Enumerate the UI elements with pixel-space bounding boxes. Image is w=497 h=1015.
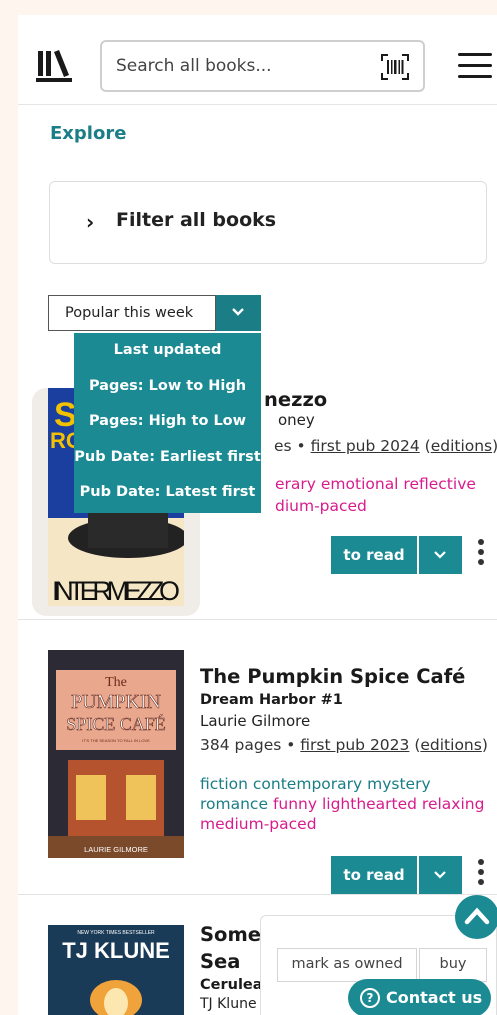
- book-tags: dium-paced: [275, 497, 367, 515]
- book-author[interactable]: oney: [278, 411, 315, 429]
- chevron-down-icon: [434, 551, 446, 559]
- filter-books-label: Filter all books: [116, 209, 277, 231]
- book-cover[interactable]: NEW YORK TIMES BESTSELLER TJ KLUNE: [48, 925, 184, 1015]
- svg-text:IT'S THE SEASON TO FALL IN LOV: IT'S THE SEASON TO FALL IN LOVE: [82, 738, 150, 743]
- book-meta: 384 pages • first pub 2023 (editions): [200, 736, 488, 754]
- book-series[interactable]: Cerulea: [200, 977, 263, 993]
- chevron-down-icon: [434, 871, 446, 879]
- chevron-right-icon: ›: [86, 210, 95, 234]
- header: [18, 15, 497, 105]
- search-input[interactable]: [116, 52, 356, 80]
- svg-text:LAURIE GILMORE: LAURIE GILMORE: [84, 845, 148, 854]
- book-author[interactable]: TJ Klune: [200, 996, 257, 1012]
- question-icon: ?: [360, 988, 380, 1008]
- editions-link[interactable]: editions: [420, 736, 481, 754]
- svg-text:The: The: [105, 675, 127, 690]
- book-title[interactable]: Some: [200, 923, 261, 946]
- book-card: The PUMPKIN SPICE CAFÉ IT'S THE SEASON T…: [18, 620, 497, 895]
- sort-option[interactable]: Pub Date: Earliest first: [74, 440, 261, 476]
- book-series[interactable]: Dream Harbor #1: [200, 692, 343, 708]
- mark-as-owned-button[interactable]: mark as owned: [277, 948, 417, 982]
- filter-books-toggle[interactable]: › Filter all books: [49, 181, 487, 264]
- svg-text:PUMPKIN: PUMPKIN: [71, 691, 161, 713]
- page: Explore › Filter all books S RO INTERMEZ…: [18, 15, 497, 1015]
- sort-option[interactable]: Pages: High to Low: [74, 404, 261, 440]
- barcode-scan-icon[interactable]: [381, 54, 409, 80]
- cover-title: INTERMEZZO: [52, 576, 180, 606]
- more-options-icon[interactable]: [478, 539, 486, 571]
- page-title: Explore: [50, 123, 127, 144]
- contact-us-label: Contact us: [386, 988, 483, 1007]
- more-options-icon[interactable]: [478, 859, 486, 891]
- to-read-button[interactable]: to read: [331, 536, 417, 574]
- chevron-down-icon: [232, 308, 244, 316]
- sort-dropdown-button[interactable]: [216, 295, 261, 331]
- first-pub-link[interactable]: first pub 2023: [300, 736, 409, 754]
- book-tags: erary emotional reflective: [275, 475, 476, 493]
- sort-option[interactable]: Pub Date: Latest first: [74, 475, 261, 511]
- to-read-dropdown-button[interactable]: [419, 536, 462, 574]
- sort-dropdown-menu: Last updated Pages: Low to High Pages: H…: [74, 333, 261, 513]
- svg-text:NEW YORK TIMES BESTSELLER: NEW YORK TIMES BESTSELLER: [77, 930, 155, 936]
- contact-us-button[interactable]: ? Contact us: [348, 979, 491, 1015]
- sort-option[interactable]: Last updated: [74, 333, 261, 369]
- scroll-to-top-button[interactable]: [455, 895, 497, 939]
- search-bar: [100, 40, 425, 92]
- svg-text:SPICE CAFÉ: SPICE CAFÉ: [66, 713, 166, 734]
- book-author[interactable]: Laurie Gilmore: [200, 712, 310, 730]
- sort-option[interactable]: Pages: Low to High: [74, 369, 261, 405]
- pages-text: 384 pages •: [200, 736, 301, 754]
- chevron-up-icon: [464, 907, 490, 925]
- book-title[interactable]: The Pumpkin Spice Café: [200, 665, 465, 688]
- pages-text: es •: [274, 437, 311, 455]
- editions-link[interactable]: editions: [431, 437, 492, 455]
- to-read-dropdown-button[interactable]: [419, 856, 462, 894]
- book-meta: es • first pub 2024 (editions): [274, 437, 497, 455]
- buy-button[interactable]: buy: [419, 948, 487, 982]
- first-pub-link[interactable]: first pub 2024: [311, 437, 420, 455]
- book-cover[interactable]: The PUMPKIN SPICE CAFÉ IT'S THE SEASON T…: [48, 650, 184, 858]
- book-title[interactable]: nezzo: [264, 388, 327, 411]
- book-title[interactable]: Sea: [200, 950, 240, 973]
- to-read-button[interactable]: to read: [331, 856, 417, 894]
- svg-text:TJ KLUNE: TJ KLUNE: [62, 938, 170, 963]
- library-logo-icon[interactable]: [36, 49, 82, 83]
- book-tags: fiction contemporary mystery romance fun…: [200, 774, 490, 834]
- hamburger-menu-icon[interactable]: [458, 53, 492, 79]
- sort-select[interactable]: Popular this week: [48, 295, 216, 331]
